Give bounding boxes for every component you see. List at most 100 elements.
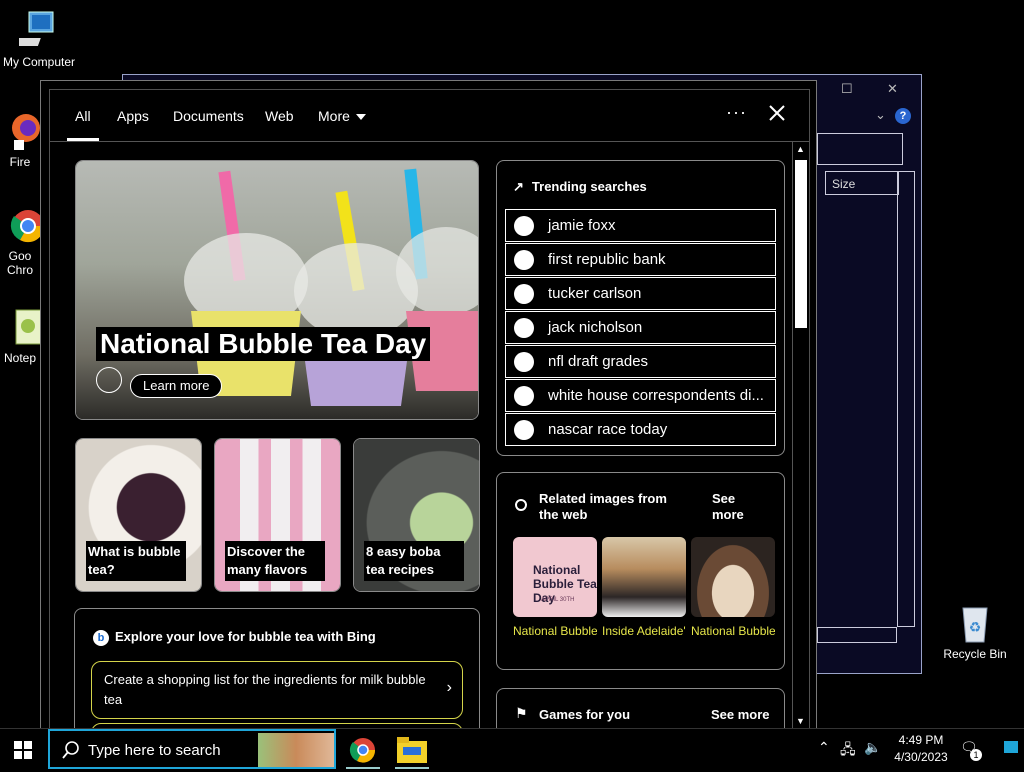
clock-time: 4:49 PM (898, 733, 944, 747)
scroll-down-icon[interactable]: ▼ (796, 716, 805, 726)
tab-more[interactable]: More (318, 108, 366, 124)
related-image-caption: National Bubble Tea D... (513, 624, 597, 638)
see-more-link[interactable]: See more (712, 491, 752, 523)
trending-item[interactable]: nfl draft grades (505, 345, 776, 378)
suggestion-chip-label: Create a shopping list for the ingredien… (104, 672, 426, 707)
more-options-icon[interactable]: ··· (726, 102, 747, 123)
search-icon (514, 386, 534, 406)
taskbar: Type here to search ⌃ 🖧 🔈 4:49 PM 4/30/2… (0, 728, 1024, 769)
trending-item-label: jamie foxx (548, 217, 616, 234)
trending-item[interactable]: tucker carlson (505, 277, 776, 310)
search-tabs: All Apps Documents Web More ··· (50, 90, 809, 142)
mini-card[interactable]: Discover the many flavors (214, 438, 341, 592)
search-icon (514, 420, 534, 440)
bubble-tea-search-highlight-image (258, 733, 334, 767)
search-icon (514, 250, 534, 270)
computer-icon (11, 10, 59, 52)
related-image-caption: National Bubble Tea D... (691, 624, 775, 638)
adelaide-boba-image (602, 537, 686, 617)
scroll-up-icon[interactable]: ▲ (796, 144, 805, 154)
search-panel: All Apps Documents Web More ··· National… (40, 80, 817, 729)
file-explorer-taskbar-button[interactable] (393, 733, 431, 769)
hero-title: National Bubble Tea Day (96, 327, 431, 361)
search-panel-content: All Apps Documents Web More ··· National… (49, 89, 810, 729)
volume-icon[interactable]: 🔈 (864, 739, 881, 756)
image-search-icon (515, 499, 527, 511)
panel-scrollbar[interactable]: ▲ ▼ (792, 142, 809, 729)
hero-card[interactable]: National Bubble Tea Day Learn more (75, 160, 479, 420)
trending-item-label: nfl draft grades (548, 353, 649, 370)
trending-item[interactable]: jamie foxx (505, 209, 776, 242)
system-clock[interactable]: 4:49 PM 4/30/2023 (886, 732, 956, 766)
related-image[interactable]: National Bubble Tea D... (691, 537, 775, 655)
chrome-taskbar-button[interactable] (344, 733, 382, 769)
close-icon[interactable] (766, 102, 788, 124)
mini-card[interactable]: 8 easy boba tea recipes (353, 438, 480, 592)
desktop-icon-label: Fire (9, 155, 31, 169)
close-icon[interactable]: ✕ (887, 81, 898, 97)
help-icon[interactable]: ? (895, 108, 911, 124)
trending-item[interactable]: jack nicholson (505, 311, 776, 344)
vertical-scrollbar[interactable] (897, 171, 915, 627)
chevron-up-icon[interactable]: ⌃ (818, 739, 830, 756)
address-pane[interactable] (817, 133, 903, 165)
related-images-card: Related images from the web See more Nat… (496, 472, 785, 670)
games-title: Games for you (539, 707, 631, 722)
notepad-shortcut[interactable]: Notep (0, 306, 44, 365)
explore-header: b Explore your love for bubble tea with B… (93, 629, 376, 646)
related-image[interactable]: Inside Adelaide's Be... (602, 537, 686, 655)
explore-title: Explore your love for bubble tea with Bi… (115, 629, 376, 644)
trending-header: ↗ Trending searches (513, 179, 647, 195)
trending-item[interactable]: white house correspondents di... (505, 379, 776, 412)
trending-item-label: tucker carlson (548, 285, 642, 302)
trending-item[interactable]: nascar race today (505, 413, 776, 446)
tab-web[interactable]: Web (265, 108, 294, 124)
recycle-bin-shortcut[interactable]: ♻ Recycle Bin (936, 602, 1014, 661)
firefox-icon (0, 110, 40, 152)
firefox-shortcut[interactable]: Fire (0, 110, 44, 169)
trending-item[interactable]: first republic bank (505, 243, 776, 276)
suggestion-chip[interactable]: Create a shopping list for the ingredien… (91, 661, 463, 719)
trending-title: Trending searches (531, 179, 647, 194)
network-icon[interactable]: 🖧 (840, 739, 856, 763)
windows-start-icon[interactable] (14, 741, 32, 759)
tab-documents[interactable]: Documents (173, 108, 244, 124)
desktop: My Computer Fire Goo Chro Notep ♻ Recycl… (0, 0, 1024, 729)
desktop-icon-label: Recycle Bin (943, 647, 1007, 661)
mini-card[interactable]: What is bubble tea? (75, 438, 202, 592)
search-icon (514, 352, 534, 372)
chrome-shortcut[interactable]: Goo Chro (0, 204, 45, 277)
trending-item-label: nascar race today (548, 421, 668, 438)
tab-apps[interactable]: Apps (117, 108, 149, 124)
learn-more-button[interactable]: Learn more (130, 374, 223, 398)
mini-card-caption: Discover the many flavors (225, 541, 325, 581)
trending-arrow-icon: ↗ (513, 179, 524, 194)
my-computer-shortcut[interactable]: My Computer (0, 10, 78, 69)
svg-text:♻: ♻ (969, 619, 982, 635)
mini-card-caption: What is bubble tea? (86, 541, 186, 581)
maximize-icon[interactable]: ☐ (841, 81, 853, 97)
tab-all[interactable]: All (67, 108, 98, 141)
chevron-down-icon[interactable]: ⌄ (875, 107, 886, 123)
scrollbar-thumb[interactable] (795, 160, 807, 328)
image-overlay-date: APRIL 30TH (541, 597, 575, 603)
trending-item-label: jack nicholson (548, 319, 643, 336)
desktop-icon-label: Goo Chro (6, 249, 33, 277)
notification-count-badge: 1 (970, 749, 982, 761)
games-card: ⚑ Games for you See more (496, 688, 785, 729)
caret-down-icon (355, 114, 366, 121)
bing-icon: b (93, 629, 109, 646)
taskbar-search-box[interactable]: Type here to search (48, 729, 336, 769)
see-more-link[interactable]: See more (711, 707, 770, 722)
mini-card-caption: 8 easy boba tea recipes (364, 541, 464, 581)
related-image-caption: Inside Adelaide's Be... (602, 624, 686, 638)
notepad-icon (0, 306, 43, 348)
clock-date: 4/30/2023 (894, 750, 948, 764)
horizontal-scrollbar[interactable] (817, 627, 897, 643)
related-image[interactable]: National Bubble Tea Day APRIL 30TH Natio… (513, 537, 597, 655)
size-column-header[interactable]: Size (825, 171, 899, 195)
chrome-icon (0, 204, 45, 246)
show-desktop-icon[interactable] (1004, 741, 1018, 753)
hero-indicator-icon[interactable] (96, 367, 122, 393)
games-icon: ⚑ (515, 705, 528, 721)
